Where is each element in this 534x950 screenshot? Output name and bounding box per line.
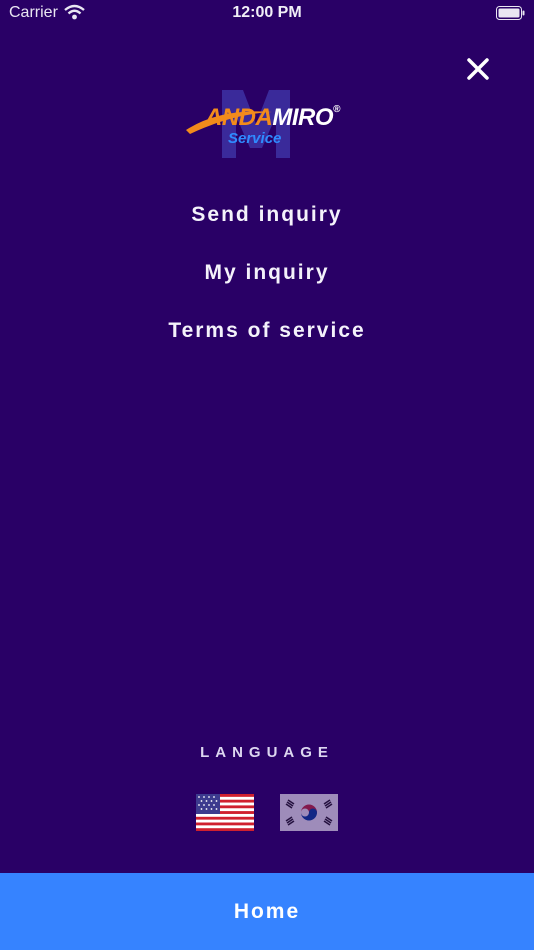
close-icon xyxy=(467,58,489,80)
home-button[interactable]: Home xyxy=(0,873,534,950)
close-button[interactable] xyxy=(463,54,493,84)
menu-item-send-inquiry[interactable]: Send inquiry xyxy=(0,200,534,258)
logo-wordmark: ANDAMIRO® xyxy=(205,104,340,131)
menu-item-my-inquiry[interactable]: My inquiry xyxy=(0,258,534,316)
language-selector xyxy=(196,794,338,832)
status-time: 12:00 PM xyxy=(232,4,302,21)
korea-flag-icon xyxy=(280,794,338,831)
us-flag-icon xyxy=(196,794,254,831)
english-language-button[interactable] xyxy=(196,794,254,831)
main-menu: Send inquiry My inquiry Terms of service xyxy=(0,200,534,374)
korean-language-button[interactable] xyxy=(280,794,338,831)
logo-service-text: Service xyxy=(228,130,282,147)
language-label: LANGUAGE xyxy=(200,744,334,761)
home-button-label: Home xyxy=(233,900,301,923)
status-bar: Carrier 12:00 PM xyxy=(0,0,534,28)
menu-item-terms-of-service[interactable]: Terms of service xyxy=(0,316,534,374)
battery-icon xyxy=(496,6,526,20)
andamiro-service-logo: ANDAMIRO® Service xyxy=(180,88,340,160)
